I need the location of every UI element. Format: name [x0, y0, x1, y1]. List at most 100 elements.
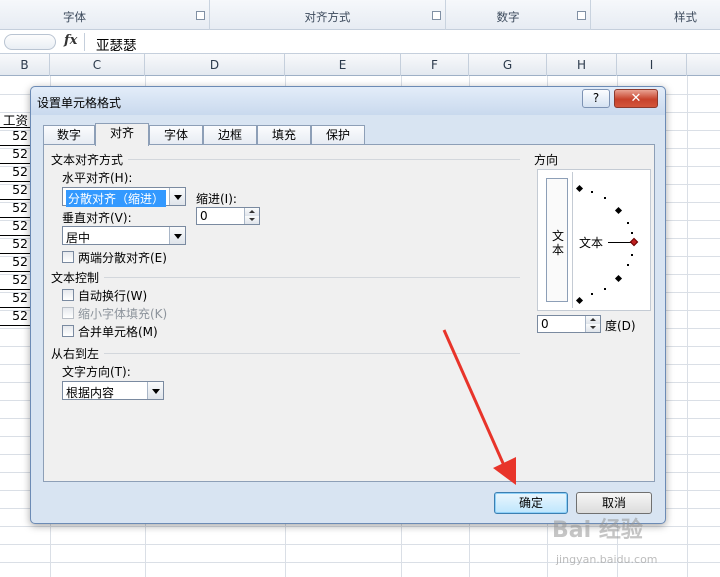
- dial-marker: [627, 222, 629, 224]
- dial-marker: [627, 264, 629, 266]
- orientation-box: 文 本 文本: [537, 169, 651, 311]
- dial-marker: [575, 184, 584, 193]
- degree-spinner[interactable]: 0: [537, 315, 601, 333]
- vertical-alignment-select[interactable]: 居中: [62, 226, 186, 245]
- ribbon-group-number: 数字: [446, 0, 591, 30]
- divider: [128, 159, 520, 160]
- merge-cells-checkbox[interactable]: [62, 325, 74, 337]
- cell[interactable]: 52: [0, 146, 28, 161]
- ribbon-group-font: 字体: [0, 0, 210, 30]
- formula-input[interactable]: 亚瑟瑟: [96, 34, 137, 54]
- vertical-text-char: 本: [552, 243, 565, 257]
- shrink-to-fit-label: 缩小字体填充(K): [78, 307, 168, 321]
- column-header[interactable]: E: [285, 54, 401, 76]
- column-header[interactable]: F: [401, 54, 469, 76]
- format-cells-dialog: 设置单元格格式 ? ✕ 数字 对齐 字体 边框 填充 保护 文本对齐方式 水平对…: [30, 86, 666, 524]
- dial-marker: [591, 293, 593, 295]
- justify-distributed-label: 两端分散对齐(E): [78, 251, 167, 265]
- chevron-down-icon[interactable]: [169, 188, 185, 205]
- tab-border[interactable]: 边框: [203, 125, 257, 145]
- cell[interactable]: 52: [0, 182, 28, 197]
- shrink-to-fit-checkbox: [62, 307, 74, 319]
- tab-font[interactable]: 字体: [149, 125, 203, 145]
- cell[interactable]: 52: [0, 290, 28, 305]
- cell[interactable]: 52: [0, 218, 28, 233]
- dialog-launcher-icon[interactable]: [577, 11, 586, 20]
- chevron-down-icon[interactable]: [169, 227, 185, 244]
- ribbon-group-label: 样式: [674, 10, 697, 24]
- dialog-titlebar[interactable]: 设置单元格格式 ? ✕: [31, 87, 665, 115]
- section-orientation: 方向: [534, 153, 559, 167]
- column-header[interactable]: B: [0, 54, 50, 76]
- dial-pointer: [608, 242, 632, 243]
- column-header[interactable]: G: [469, 54, 547, 76]
- dial-marker: [631, 232, 633, 234]
- dialog-title: 设置单元格格式: [37, 96, 122, 110]
- degree-value: 0: [541, 317, 549, 331]
- horizontal-alignment-value: 分散对齐（缩进）: [66, 190, 167, 207]
- justify-distributed-checkbox[interactable]: [62, 251, 74, 263]
- divider: [84, 33, 85, 51]
- ok-button[interactable]: 确定: [494, 492, 568, 514]
- spin-up-icon[interactable]: [585, 316, 600, 324]
- watermark-url: jingyan.baidu.com: [556, 553, 658, 566]
- cell[interactable]: 52: [0, 272, 28, 287]
- ribbon-group-styles: 样式: [591, 0, 720, 30]
- column-header[interactable]: H: [547, 54, 617, 76]
- dial-marker: [614, 206, 623, 215]
- tab-protection[interactable]: 保护: [311, 125, 365, 145]
- indent-label: 缩进(I):: [196, 192, 237, 206]
- section-right-to-left: 从右到左: [51, 347, 100, 361]
- horizontal-alignment-label: 水平对齐(H):: [62, 171, 133, 185]
- ribbon-group-alignment: 对齐方式: [210, 0, 446, 30]
- dial-marker: [604, 197, 606, 199]
- alignment-panel: 文本对齐方式 水平对齐(H): 分散对齐（缩进） 缩进(I): 0 垂直对齐(V…: [43, 144, 655, 482]
- close-button[interactable]: ✕: [614, 89, 658, 108]
- merge-cells-label: 合并单元格(M): [78, 325, 158, 339]
- spin-up-icon[interactable]: [244, 208, 259, 216]
- cell[interactable]: 52: [0, 200, 28, 215]
- tab-fill[interactable]: 填充: [257, 125, 311, 145]
- cell[interactable]: 52: [0, 236, 28, 251]
- fx-icon[interactable]: fx: [64, 33, 77, 48]
- degree-label: 度(D): [605, 319, 636, 333]
- text-direction-value: 根据内容: [66, 386, 115, 400]
- cell[interactable]: 52: [0, 254, 28, 269]
- tab-alignment[interactable]: 对齐: [95, 123, 149, 146]
- text-direction-select[interactable]: 根据内容: [62, 381, 164, 400]
- section-text-control: 文本控制: [51, 271, 100, 285]
- cancel-button[interactable]: 取消: [576, 492, 652, 514]
- name-box[interactable]: [4, 34, 56, 50]
- tab-number[interactable]: 数字: [43, 125, 95, 145]
- wrap-text-label: 自动换行(W): [78, 289, 148, 303]
- horizontal-alignment-select[interactable]: 分散对齐（缩进）: [62, 187, 186, 207]
- ribbon-group-label: 对齐方式: [304, 10, 351, 24]
- dial-text: 文本: [579, 236, 604, 250]
- vertical-alignment-value: 居中: [66, 231, 91, 245]
- cell[interactable]: 52: [0, 164, 28, 179]
- help-button[interactable]: ?: [582, 89, 610, 108]
- column-headers: B C D E F G H I: [0, 54, 720, 76]
- column-header[interactable]: D: [145, 54, 285, 76]
- orientation-dial[interactable]: 文本: [572, 172, 644, 308]
- vertical-alignment-label: 垂直对齐(V):: [62, 211, 132, 225]
- divider: [104, 277, 520, 278]
- dial-marker: [604, 288, 606, 290]
- column-header[interactable]: I: [617, 54, 687, 76]
- text-direction-label: 文字方向(T):: [62, 365, 131, 379]
- column-header[interactable]: C: [50, 54, 145, 76]
- dial-handle[interactable]: [629, 237, 639, 247]
- spin-down-icon[interactable]: [585, 324, 600, 332]
- chevron-down-icon[interactable]: [147, 382, 163, 399]
- spin-down-icon[interactable]: [244, 216, 259, 224]
- ribbon-group-label: 数字: [496, 10, 520, 24]
- dialog-launcher-icon[interactable]: [196, 11, 205, 20]
- cell[interactable]: 52: [0, 308, 28, 323]
- ribbon: 字体 对齐方式 数字 样式: [0, 0, 720, 30]
- indent-spinner[interactable]: 0: [196, 207, 260, 225]
- ribbon-group-label: 字体: [63, 10, 86, 24]
- vertical-text-toggle[interactable]: 文 本: [546, 178, 568, 302]
- cell[interactable]: 52: [0, 128, 28, 143]
- section-text-alignment: 文本对齐方式: [51, 153, 124, 167]
- wrap-text-checkbox[interactable]: [62, 289, 74, 301]
